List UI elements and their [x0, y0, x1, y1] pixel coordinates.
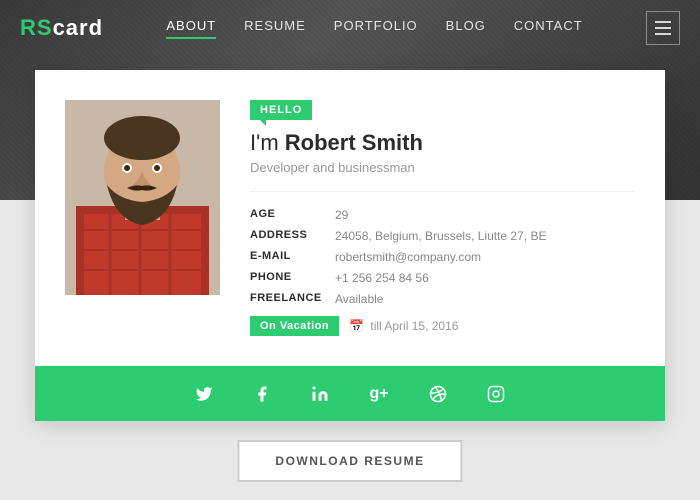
value-freelance: Available	[335, 292, 635, 306]
subtitle: Developer and businessman	[250, 160, 635, 192]
facebook-icon[interactable]	[253, 385, 271, 403]
vacation-date: 📅 till April 15, 2016	[349, 319, 458, 333]
nav-contact[interactable]: CONTACT	[514, 18, 583, 37]
social-bar: g+	[35, 366, 665, 421]
intro-text: I'm	[250, 130, 285, 155]
logo: RScard	[20, 15, 103, 41]
value-age: 29	[335, 208, 635, 222]
profile-photo	[65, 100, 220, 295]
label-address: ADDRESS	[250, 229, 335, 243]
twitter-icon[interactable]	[195, 385, 213, 403]
logo-rs: RS	[20, 15, 53, 40]
value-phone: +1 256 254 84 56	[335, 271, 635, 285]
label-email: E-MAIL	[250, 250, 335, 264]
dribbble-icon[interactable]	[429, 385, 447, 403]
hello-badge: HELLO	[250, 100, 312, 120]
calendar-icon: 📅	[349, 319, 364, 333]
nav-about[interactable]: ABOUT	[166, 18, 216, 37]
download-section: DOWNLOAD RESUME	[237, 440, 462, 482]
vacation-badge: On Vacation	[250, 316, 339, 336]
instagram-icon[interactable]	[487, 385, 505, 403]
label-phone: PHONE	[250, 271, 335, 285]
profile-avatar-svg	[65, 100, 220, 295]
logo-card: card	[53, 15, 103, 40]
label-freelance: FREELANCE	[250, 292, 335, 306]
label-age: AGE	[250, 208, 335, 222]
header: RScard ABOUT RESUME PORTFOLIO BLOG CONTA…	[0, 0, 700, 55]
vacation-row: On Vacation 📅 till April 15, 2016	[250, 316, 635, 336]
nav-resume[interactable]: RESUME	[244, 18, 306, 37]
nav-blog[interactable]: BLOG	[446, 18, 486, 37]
linkedin-icon[interactable]	[311, 385, 329, 403]
menu-line-1	[655, 21, 671, 23]
main-nav: ABOUT RESUME PORTFOLIO BLOG CONTACT	[166, 18, 582, 37]
value-email: robertsmith@company.com	[335, 250, 635, 264]
nav-portfolio[interactable]: PORTFOLIO	[334, 18, 418, 37]
download-resume-button[interactable]: DOWNLOAD RESUME	[237, 440, 462, 482]
info-grid: AGE 29 ADDRESS 24058, Belgium, Brussels,…	[250, 208, 635, 306]
card-body: HELLO I'm Robert Smith Developer and bus…	[35, 70, 665, 366]
google-plus-icon[interactable]: g+	[369, 385, 388, 403]
vacation-date-text: till April 15, 2016	[370, 319, 458, 333]
menu-line-2	[655, 27, 671, 29]
hamburger-menu-button[interactable]	[646, 11, 680, 45]
name-line: I'm Robert Smith	[250, 130, 635, 156]
value-address: 24058, Belgium, Brussels, Liutte 27, BE	[335, 229, 635, 243]
profile-card: HELLO I'm Robert Smith Developer and bus…	[35, 70, 665, 421]
full-name: Robert Smith	[285, 130, 423, 155]
menu-line-3	[655, 33, 671, 35]
profile-info: HELLO I'm Robert Smith Developer and bus…	[250, 100, 635, 336]
